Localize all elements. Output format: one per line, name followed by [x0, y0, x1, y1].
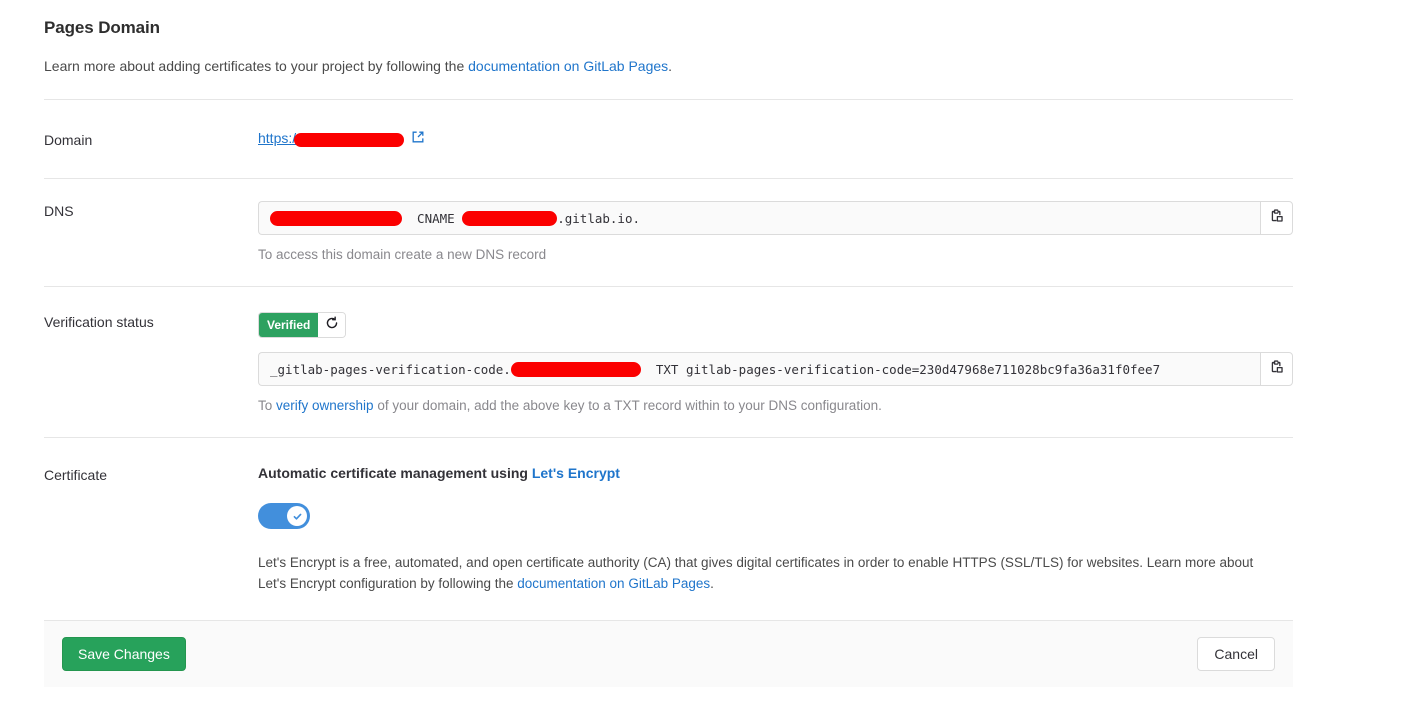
certificate-heading-text: Automatic certificate management using — [258, 465, 532, 481]
dns-body: CNAME .gitlab.io. To access this domain … — [258, 201, 1293, 262]
status-badge: Verified — [259, 313, 319, 337]
automatic-certificate-toggle[interactable] — [258, 503, 310, 529]
certificate-heading: Automatic certificate management using L… — [258, 465, 1293, 481]
external-link-icon[interactable] — [411, 130, 425, 147]
domain-scheme-text: https:/ — [258, 130, 297, 147]
verification-label: Verification status — [44, 314, 154, 330]
verification-record-prefix: _gitlab-pages-verification-code. — [270, 361, 511, 377]
redaction-bar-dns-target — [462, 210, 558, 226]
domain-label: Domain — [44, 132, 93, 148]
check-icon — [293, 513, 301, 520]
certificate-body: Automatic certificate management using L… — [258, 465, 1293, 594]
verification-status-group: Verified — [258, 312, 347, 338]
page-description-period: . — [668, 58, 673, 74]
domain-value: https:/ — [258, 130, 1293, 147]
dns-record-group: CNAME .gitlab.io. — [258, 201, 1293, 235]
page-description-text: Learn more about adding certificates to … — [44, 58, 469, 74]
documentation-link[interactable]: documentation on GitLab Pages — [468, 58, 668, 74]
domain-url-link[interactable]: https:/ — [258, 130, 405, 147]
verification-help-before: To — [258, 398, 277, 413]
dns-row: DNS CNAME .gitlab.io. To access this dom… — [44, 179, 1293, 286]
copy-verification-record-button[interactable] — [1260, 352, 1293, 386]
save-changes-button[interactable]: Save Changes — [62, 637, 186, 671]
domain-row: Domain https:/ — [44, 100, 1293, 178]
verification-record-input[interactable]: _gitlab-pages-verification-code. TXT git… — [258, 352, 1260, 386]
page-title: Pages Domain — [44, 18, 160, 37]
clipboard-icon — [1270, 208, 1284, 228]
certificate-description: Let's Encrypt is a free, automated, and … — [258, 529, 1280, 594]
refresh-icon — [325, 315, 339, 335]
cancel-button[interactable]: Cancel — [1197, 637, 1275, 671]
verify-ownership-link[interactable]: verify ownership — [276, 398, 374, 413]
lets-encrypt-link[interactable]: Let's Encrypt — [532, 465, 620, 481]
verification-body: Verified _gitlab-pages-verification-code… — [258, 312, 1293, 413]
retry-verification-button[interactable] — [318, 313, 346, 337]
settings-content: Pages Domain Learn more about adding cer… — [44, 0, 1293, 687]
verification-record-type: TXT — [640, 361, 686, 377]
certificate-description-period: . — [710, 576, 714, 591]
domain-body: https:/ — [258, 130, 1293, 147]
verification-help-text: To verify ownership of your domain, add … — [258, 386, 1293, 413]
redaction-bar-domain — [294, 132, 405, 147]
toggle-knob — [287, 506, 307, 526]
certificate-documentation-link[interactable]: documentation on GitLab Pages — [517, 576, 710, 591]
dns-record-input[interactable]: CNAME .gitlab.io. — [258, 201, 1260, 235]
verification-record-group: _gitlab-pages-verification-code. TXT git… — [258, 352, 1293, 386]
redaction-bar-verification-host — [510, 361, 641, 377]
certificate-description-text: Let's Encrypt is a free, automated, and … — [258, 555, 1254, 591]
verification-record-value: gitlab-pages-verification-code=230d47968… — [685, 361, 1161, 377]
form-actions-footer: Save Changes Cancel — [44, 620, 1293, 687]
dns-help-text: To access this domain create a new DNS r… — [258, 247, 547, 262]
redaction-bar-dns-host — [270, 210, 402, 226]
dns-record-suffix: .gitlab.io. — [557, 210, 641, 226]
certificate-label: Certificate — [44, 467, 108, 483]
dns-record-type: CNAME — [402, 210, 463, 226]
pages-domain-settings-page: Pages Domain Learn more about adding cer… — [0, 0, 1413, 713]
verification-help-after: of your domain, add the above key to a T… — [373, 398, 882, 413]
copy-dns-record-button[interactable] — [1260, 201, 1293, 235]
clipboard-icon — [1270, 359, 1284, 379]
page-description: Learn more about adding certificates to … — [44, 38, 1293, 74]
certificate-row: Certificate Automatic certificate manage… — [44, 438, 1293, 620]
verification-row: Verification status Verified _gitlab-pag… — [44, 287, 1293, 437]
dns-label: DNS — [44, 203, 74, 219]
